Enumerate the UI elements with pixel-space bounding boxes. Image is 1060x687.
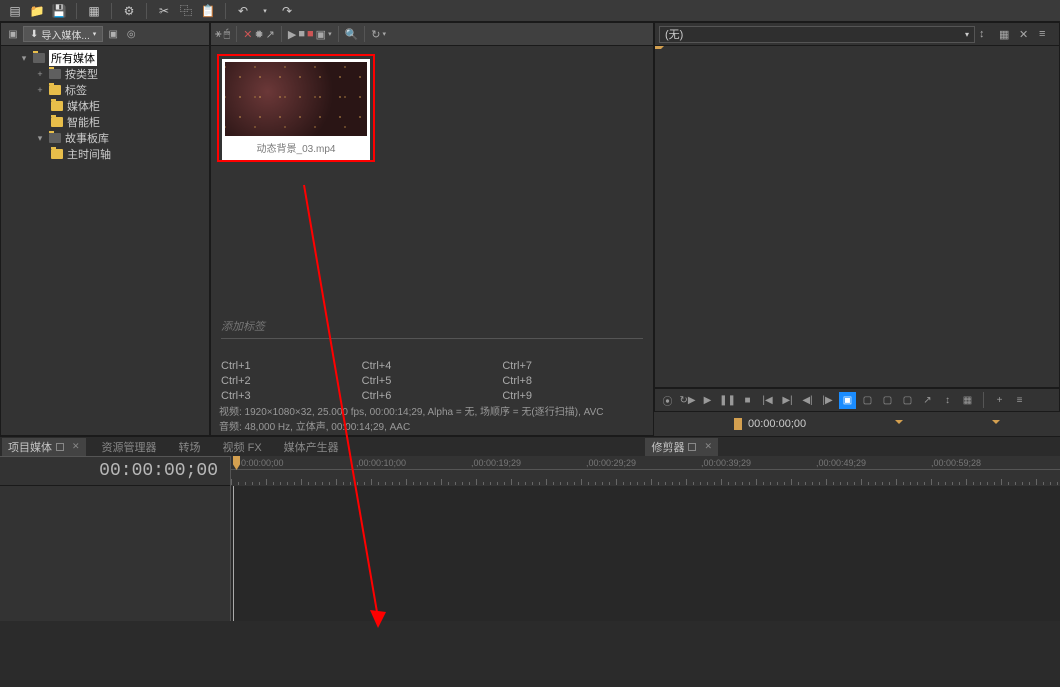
get-media-icon[interactable]: ◎ <box>123 26 139 42</box>
tab-transitions[interactable]: 转场 <box>173 438 207 456</box>
loop-icon[interactable]: ↻▶ <box>679 392 696 409</box>
tool-6-icon[interactable]: ▣ <box>316 28 326 41</box>
tags-label: 添加标签 <box>221 318 643 334</box>
play-start-icon[interactable]: ▶ <box>699 392 716 409</box>
t2-icon[interactable]: ▢ <box>879 392 896 409</box>
undo-icon[interactable]: ↶ <box>234 2 252 20</box>
refresh-dropdown-icon[interactable]: ▾ <box>383 30 387 38</box>
master-timecode[interactable]: 00:00:00;00 <box>0 461 230 481</box>
t4-icon[interactable]: ↗ <box>919 392 936 409</box>
t7-icon[interactable]: ≡ <box>1011 392 1028 409</box>
undo-dropdown-icon[interactable]: ▾ <box>256 2 274 20</box>
t1-icon[interactable]: ▢ <box>859 392 876 409</box>
tool-5-icon[interactable]: ■ <box>307 28 314 40</box>
t3-icon[interactable]: ▢ <box>899 392 916 409</box>
remove-icon[interactable]: ✕ <box>243 28 252 41</box>
position-marker-2-icon <box>992 420 1000 428</box>
save-icon[interactable]: 💾 <box>50 2 68 20</box>
position-marker-icon <box>895 420 903 428</box>
track-area[interactable] <box>231 486 1060 621</box>
tree-storyboard[interactable]: ▾故事板库 <box>3 130 207 146</box>
thumbnail-image <box>225 62 367 136</box>
thumbnail-filename: 动态背景_03.mp4 <box>225 136 367 157</box>
views-icon[interactable]: ▣ <box>5 26 21 42</box>
tree-smart-cabinet[interactable]: 智能柜 <box>3 114 207 130</box>
timecode-display: 00:00:00;00 <box>748 418 806 430</box>
project-media-toolbar: ▣ ⬇ 导入媒体... ▾ ▣ ◎ <box>0 22 210 46</box>
media-thumbnail[interactable]: 动态背景_03.mp4 <box>217 54 375 162</box>
main-toolbar: ▤ 📁 💾 ▦ ⚙ ✂ ⿻ 📋 ↶ ▾ ↷ <box>0 0 1060 22</box>
stop-icon[interactable]: ■ <box>298 28 305 40</box>
preview-toolbar: (无)▾ ↕ ▦ ✕ ≡ <box>654 22 1060 46</box>
cut-icon[interactable]: ✂ <box>155 2 173 20</box>
tab-media-generator[interactable]: 媒体产生器 <box>278 438 345 456</box>
timeline-tracks <box>0 486 1060 621</box>
redo-icon[interactable]: ↷ <box>278 2 296 20</box>
t5-icon[interactable]: ↕ <box>939 392 956 409</box>
tool-4-icon[interactable]: ↗ <box>266 28 275 41</box>
import-media-button[interactable]: ⬇ 导入媒体... ▾ <box>23 26 103 42</box>
search-icon[interactable]: 🔍 <box>345 28 359 41</box>
timeline-header: 00:00:00;00 0:00:00;00 ,00:00:10;00 ,00:… <box>0 456 1060 486</box>
tab-video-fx[interactable]: 视频 FX <box>217 438 268 456</box>
preview-viewport <box>654 46 1060 388</box>
tree-main-timeline[interactable]: 主时间轴 <box>3 146 207 162</box>
tool-3-icon[interactable]: ✹ <box>254 28 263 41</box>
shortcuts-grid: Ctrl+1Ctrl+2Ctrl+3 Ctrl+4Ctrl+5Ctrl+6 Ct… <box>211 360 653 405</box>
timeline-ruler[interactable]: 0:00:00;00 ,00:00:10;00 ,00:00:19;29 ,00… <box>230 456 1060 486</box>
go-start-icon[interactable]: |◀ <box>759 392 776 409</box>
play-icon[interactable]: ▶ <box>288 28 296 41</box>
copy-icon[interactable]: ⿻ <box>177 2 195 20</box>
playhead-icon[interactable] <box>233 456 240 470</box>
paste-icon[interactable]: 📋 <box>199 2 217 20</box>
refresh-icon[interactable]: ↻ <box>371 28 380 41</box>
media-thumbnails-area: 动态背景_03.mp4 添加标签 Ctrl+1Ctrl+2Ctrl+3 Ctrl… <box>210 46 654 436</box>
folder-open-icon[interactable]: 📁 <box>28 2 46 20</box>
preview-tool-1-icon[interactable]: ↕ <box>979 28 995 40</box>
prev-frame-icon[interactable]: ◀| <box>799 392 816 409</box>
go-end-icon[interactable]: ▶| <box>779 392 796 409</box>
properties-icon[interactable]: ⚙ <box>120 2 138 20</box>
tree-all-media[interactable]: ▾所有媒体 <box>3 50 207 66</box>
t6-icon[interactable]: ▦ <box>959 392 976 409</box>
tree-media-cabinet[interactable]: 媒体柜 <box>3 98 207 114</box>
dropdown-icon[interactable]: ▾ <box>328 30 332 38</box>
marker-icon <box>734 418 742 430</box>
media-metadata: 视频: 1920×1080×32, 25.000 fps, 00:00:14;2… <box>211 401 653 435</box>
preview-close-icon[interactable]: ✕ <box>1019 28 1035 41</box>
preview-tool-3-icon[interactable]: ≡ <box>1039 28 1055 40</box>
tab-trimmer[interactable]: 修剪器✕ <box>645 438 718 456</box>
tree-by-type[interactable]: +按类型 <box>3 66 207 82</box>
file-new-icon[interactable]: ▤ <box>6 2 24 20</box>
media-toolbar-2: ⚹ 🖱 ✕ ✹ ↗ ▶ ■ ■ ▣ ▾ 🔍 ↻ ▾ <box>210 22 654 46</box>
tool-1-icon[interactable]: ⚹ <box>215 28 222 41</box>
bottom-left-tabs: 项目媒体✕ 资源管理器 转场 视频 FX 媒体产生器 修剪器✕ <box>0 436 1060 456</box>
tree-tags[interactable]: +标签 <box>3 82 207 98</box>
render-icon[interactable]: ▦ <box>85 2 103 20</box>
tab-explorer[interactable]: 资源管理器 <box>96 438 163 456</box>
playhead-line[interactable] <box>233 486 234 621</box>
tab-project-media[interactable]: 项目媒体✕ <box>2 438 86 456</box>
pause-icon[interactable]: ❚❚ <box>719 392 736 409</box>
record-icon[interactable]: ⦿ <box>659 392 676 409</box>
timecode-row: 00:00:00;00 <box>654 412 1060 436</box>
media-tree: ▾所有媒体 +按类型 +标签 媒体柜 智能柜 ▾故事板库 主时间轴 <box>0 46 210 436</box>
preview-tool-2-icon[interactable]: ▦ <box>999 28 1015 41</box>
next-frame-icon[interactable]: |▶ <box>819 392 836 409</box>
track-headers <box>0 486 231 621</box>
preview-source-dropdown[interactable]: (无)▾ <box>659 26 975 43</box>
stop2-icon[interactable]: ■ <box>739 392 756 409</box>
capture-icon[interactable]: ▣ <box>105 26 121 42</box>
tool-2-icon[interactable]: 🖱 <box>224 28 231 41</box>
add-track-icon[interactable]: + <box>991 392 1008 409</box>
transport-controls: ⦿ ↻▶ ▶ ❚❚ ■ |◀ ▶| ◀| |▶ ▣ ▢ ▢ ▢ ↗ ↕ ▦ + … <box>654 388 1060 412</box>
loop-region-icon[interactable]: ▣ <box>839 392 856 409</box>
